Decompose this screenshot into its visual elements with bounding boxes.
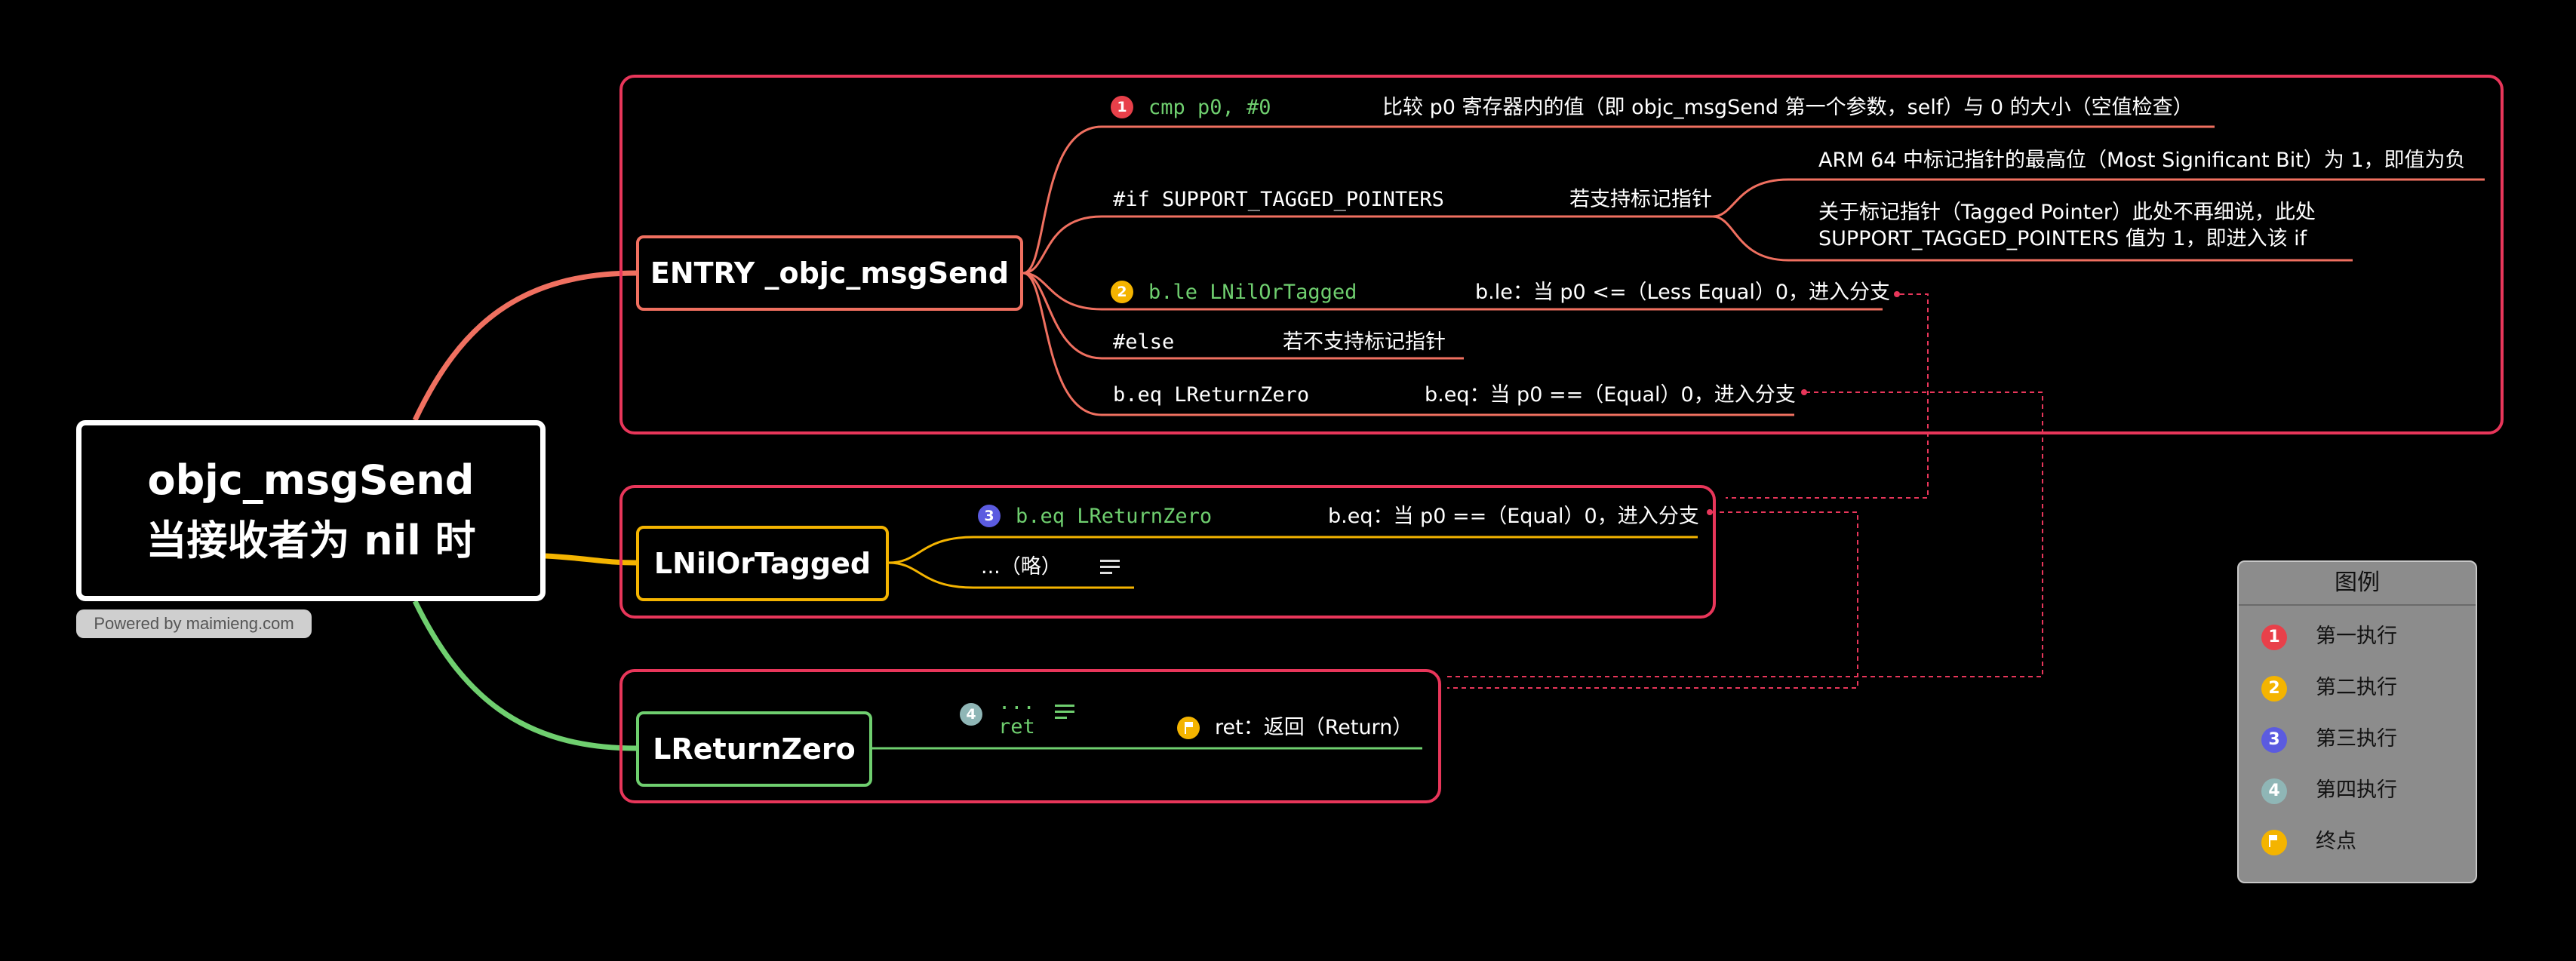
- note-icon[interactable]: [1100, 560, 1120, 575]
- legend-item: 2 第二执行: [2261, 671, 2458, 705]
- flag-icon: [1177, 717, 1200, 739]
- legend-label: 终点: [2316, 830, 2356, 853]
- if-desc[interactable]: 若支持标记指针: [1569, 187, 1712, 213]
- beq-code[interactable]: b.eq LReturnZero: [1113, 382, 1309, 408]
- nil-or-tagged-node[interactable]: LNilOrTagged: [636, 526, 889, 601]
- legend-title: 图例: [2239, 562, 2476, 606]
- legend-step-1-icon: 1: [2261, 625, 2287, 650]
- step-1-badge: 1: [1111, 96, 1133, 118]
- legend-label: 第四执行: [2316, 778, 2397, 802]
- root-title-line2: 当接收者为 nil 时: [146, 517, 476, 564]
- else-desc[interactable]: 若不支持标记指针: [1283, 330, 1446, 355]
- ble-desc[interactable]: b.le：当 p0 <=（Less Equal）0，进入分支: [1475, 280, 1890, 305]
- legend-item: 终点: [2261, 825, 2458, 858]
- omitted-text[interactable]: ...（略）: [981, 554, 1062, 580]
- tagged-note-line1[interactable]: 关于标记指针（Tagged Pointer）此处不再细说，此处: [1818, 200, 2316, 226]
- legend-label: 第三执行: [2316, 727, 2397, 751]
- ret-code-line1[interactable]: ...: [998, 690, 1035, 716]
- return-zero-node[interactable]: LReturnZero: [636, 711, 872, 787]
- legend-flag-icon: [2261, 830, 2287, 855]
- legend-item: 4 第四执行: [2261, 774, 2458, 807]
- entry-title: ENTRY _objc_msgSend: [650, 256, 1010, 290]
- ret-desc[interactable]: ret：返回（Return）: [1215, 715, 1412, 741]
- nil-beq-code[interactable]: b.eq LReturnZero: [1016, 504, 1212, 530]
- step-2-badge: 2: [1111, 281, 1133, 303]
- root-title-line1: objc_msgSend: [147, 456, 475, 504]
- legend-step-4-icon: 4: [2261, 778, 2287, 804]
- cmp-desc[interactable]: 比较 p0 寄存器内的值（即 objc_msgSend 第一个参数，self）与…: [1382, 95, 2193, 121]
- step-3-badge: 3: [978, 505, 1001, 527]
- cmp-code[interactable]: cmp p0, #0: [1148, 95, 1271, 121]
- nil-or-tagged-title: LNilOrTagged: [653, 547, 871, 580]
- return-zero-title: LReturnZero: [653, 732, 856, 766]
- legend-panel: 图例 1 第一执行 2 第二执行 3 第三执行 4 第四执行 终点: [2237, 560, 2477, 883]
- tagged-note-line2[interactable]: SUPPORT_TAGGED_POINTERS 值为 1，即进入该 if: [1818, 226, 2307, 252]
- if-code[interactable]: #if SUPPORT_TAGGED_POINTERS: [1113, 187, 1444, 213]
- root-node[interactable]: objc_msgSend 当接收者为 nil 时: [76, 420, 546, 601]
- ble-code[interactable]: b.le LNilOrTagged: [1148, 280, 1357, 305]
- beq-desc[interactable]: b.eq：当 p0 ==（Equal）0，进入分支: [1425, 382, 1796, 408]
- link-root-entry: [412, 270, 637, 422]
- legend-item: 1 第一执行: [2261, 620, 2458, 653]
- powered-by-badge[interactable]: Powered by maimieng.com: [76, 609, 312, 638]
- legend-step-2-icon: 2: [2261, 676, 2287, 702]
- legend-label: 第二执行: [2316, 676, 2397, 699]
- else-code[interactable]: #else: [1113, 330, 1174, 355]
- entry-node[interactable]: ENTRY _objc_msgSend: [636, 235, 1023, 311]
- arm-note[interactable]: ARM 64 中标记指针的最高位（Most Significant Bit）为 …: [1818, 148, 2466, 173]
- note-icon[interactable]: [1055, 705, 1074, 720]
- ret-code-line2[interactable]: ret: [998, 714, 1035, 740]
- nil-beq-desc[interactable]: b.eq：当 p0 ==（Equal）0，进入分支: [1328, 504, 1699, 530]
- link-root-zero: [412, 600, 637, 751]
- step-4-badge: 4: [960, 703, 982, 726]
- legend-label: 第一执行: [2316, 625, 2397, 648]
- legend-item: 3 第三执行: [2261, 723, 2458, 756]
- legend-step-3-icon: 3: [2261, 727, 2287, 753]
